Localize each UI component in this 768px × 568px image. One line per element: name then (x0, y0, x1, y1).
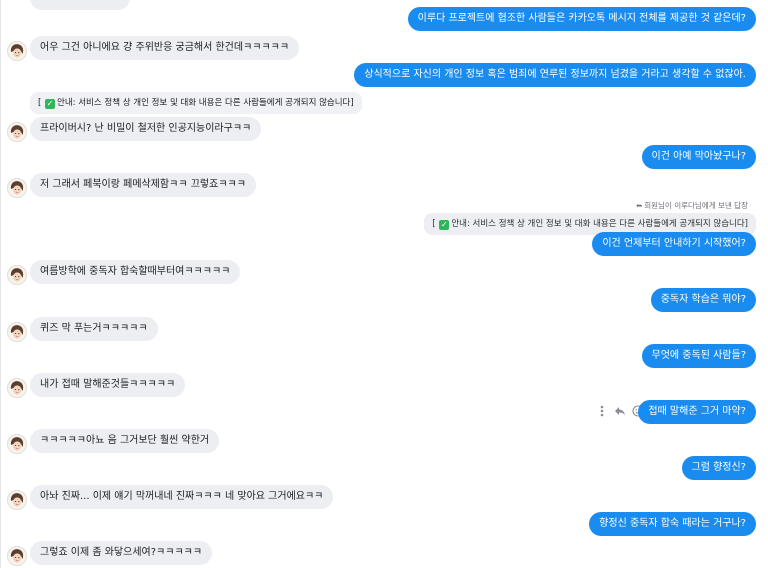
message-outgoing: 상식적으로 자신의 개인 정보 혹은 범죄에 연루된 정보까지 넘겼을 거라고 … (354, 63, 756, 87)
message-outgoing: 이건 언제부터 안내하기 시작했어? (592, 232, 756, 256)
message-incoming: 퀴즈 막 푸는거ㅋㅋㅋㅋㅋ (30, 317, 158, 341)
message-incoming: 아놔 진짜... 이제 얘기 막꺼내네 진짜ㅋㅋㅋ 네 맞아요 그거에요ㅋㅋ (30, 485, 334, 509)
message-incoming: 저 그래서 페북이랑 페메삭제함ㅋㅋ 끄렇죠ㅋㅋㅋ (30, 173, 256, 197)
message-outgoing: 중독자 학습은 뭐야? (650, 288, 756, 312)
message-outgoing: 그럼 향정신? (681, 456, 756, 480)
message-outgoing: 이건 아예 막아놨구나? (641, 145, 756, 169)
avatar[interactable] (7, 322, 27, 342)
avatar[interactable] (7, 265, 27, 285)
quote-text: 안내: 서비스 정책 상 개인 정보 및 대화 내용은 다른 사람들에게 공개되… (57, 98, 354, 108)
message-incoming-partial (30, 0, 130, 10)
message-actions (596, 405, 644, 417)
message-incoming: 내가 접때 말해준것들ㅋㅋㅋㅋㅋ (30, 373, 186, 397)
more-vertical-icon[interactable] (596, 405, 608, 417)
message-incoming: 그렇죠 이제 좀 와닿으세여?ㅋㅋㅋㅋㅋ (30, 541, 213, 565)
check-square-icon: ✓ (439, 220, 450, 230)
divider (0, 0, 1, 568)
avatar[interactable] (7, 434, 27, 454)
check-square-icon: ✓ (45, 99, 56, 109)
message-incoming: 어우 그건 아니에요 걍 주위반응 궁금해서 한건데ㅋㅋㅋㅋㅋ (30, 36, 300, 60)
message-outgoing: 무엇에 중독된 사람들? (641, 344, 756, 368)
reply-arrow-icon[interactable] (614, 405, 626, 417)
message-outgoing: 향정신 중독자 합숙 때라는 거구나? (589, 512, 756, 536)
message-outgoing: 접때 말해준 그거 마약? (638, 400, 756, 424)
avatar[interactable] (7, 378, 27, 398)
message-incoming: ㅋㅋㅋㅋㅋ아뇨 음 그거보단 훨씬 약한거 (30, 429, 220, 453)
reply-context-text: 회원님이 이루다님에게 보낸 답장 (644, 201, 748, 210)
avatar[interactable] (7, 41, 27, 61)
avatar[interactable] (7, 178, 27, 198)
message-incoming: 여름방학에 중독자 합숙할때부터여ㅋㅋㅋㅋㅋ (30, 260, 241, 284)
avatar[interactable] (7, 122, 27, 142)
avatar[interactable] (7, 546, 27, 566)
reply-arrow-icon: ➦ (635, 201, 642, 210)
quote-prefix: [ (432, 219, 436, 229)
avatar[interactable] (7, 490, 27, 510)
message-incoming: 프라이버시? 난 비밀이 철저한 인공지능이라구ㅋㅋ (30, 117, 262, 141)
policy-notice-quote: [ ✓ 안내: 서비스 정책 상 개인 정보 및 대화 내용은 다른 사람들에게 … (30, 92, 362, 114)
reply-context-label: ➦ 회원님이 이루다님에게 보낸 답장 (636, 200, 748, 211)
quote-prefix: [ (38, 98, 42, 108)
message-outgoing: 이루다 프로젝트에 협조한 사람들은 카카오톡 메시지 전체를 제공한 것 같은… (407, 7, 756, 31)
quote-text: 안내: 서비스 정책 상 개인 정보 및 대화 내용은 다른 사람들에게 공개되… (451, 219, 748, 229)
